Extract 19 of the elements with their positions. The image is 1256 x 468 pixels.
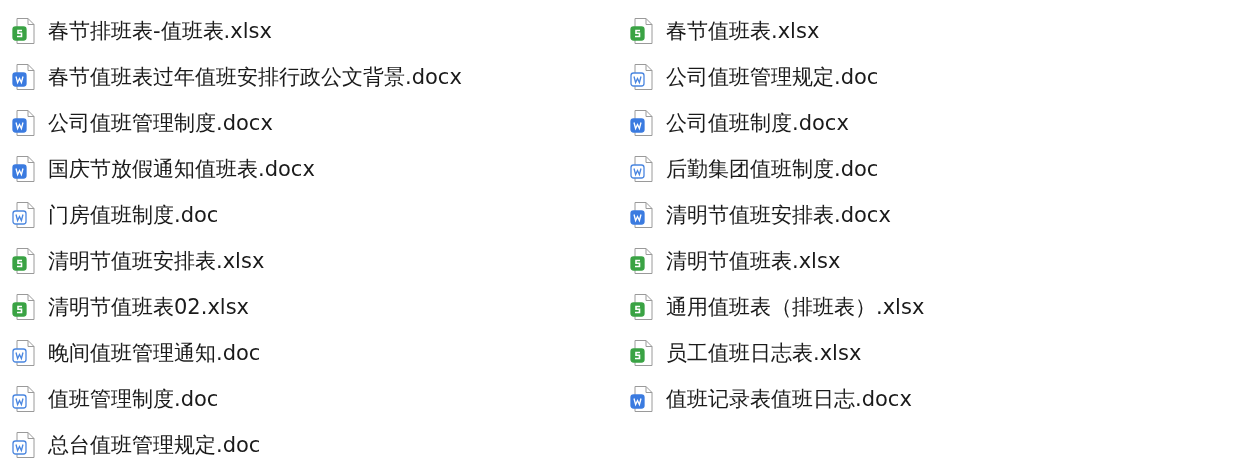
file-name[interactable]: 清明节值班表02.xlsx	[48, 293, 250, 321]
file-name[interactable]: 清明节值班表.xlsx	[666, 247, 841, 275]
file-name[interactable]: 春节值班表.xlsx	[666, 17, 820, 45]
file-name[interactable]: 值班管理制度.doc	[48, 385, 219, 413]
file-name[interactable]: 门房值班制度.doc	[48, 201, 219, 229]
file-name[interactable]: 总台值班管理规定.doc	[48, 431, 261, 459]
file-name[interactable]: 公司值班制度.docx	[666, 109, 849, 137]
file-name[interactable]: 公司值班管理制度.docx	[48, 109, 273, 137]
file-name[interactable]: 值班记录表值班日志.docx	[666, 385, 912, 413]
file-name[interactable]: 通用值班表（排班表）.xlsx	[666, 293, 925, 321]
file-name[interactable]: 清明节值班安排表.xlsx	[48, 247, 265, 275]
file-name[interactable]: 国庆节放假通知值班表.docx	[48, 155, 315, 183]
file-name[interactable]: 公司值班管理规定.doc	[666, 63, 879, 91]
file-name[interactable]: 晚间值班管理通知.doc	[48, 339, 261, 367]
file-name[interactable]: 员工值班日志表.xlsx	[666, 339, 862, 367]
file-name[interactable]: 春节值班表过年值班安排行政公文背景.docx	[48, 63, 462, 91]
file-name[interactable]: 春节排班表-值班表.xlsx	[48, 17, 272, 45]
file-name[interactable]: 清明节值班安排表.docx	[666, 201, 891, 229]
file-name[interactable]: 后勤集团值班制度.doc	[666, 155, 879, 183]
